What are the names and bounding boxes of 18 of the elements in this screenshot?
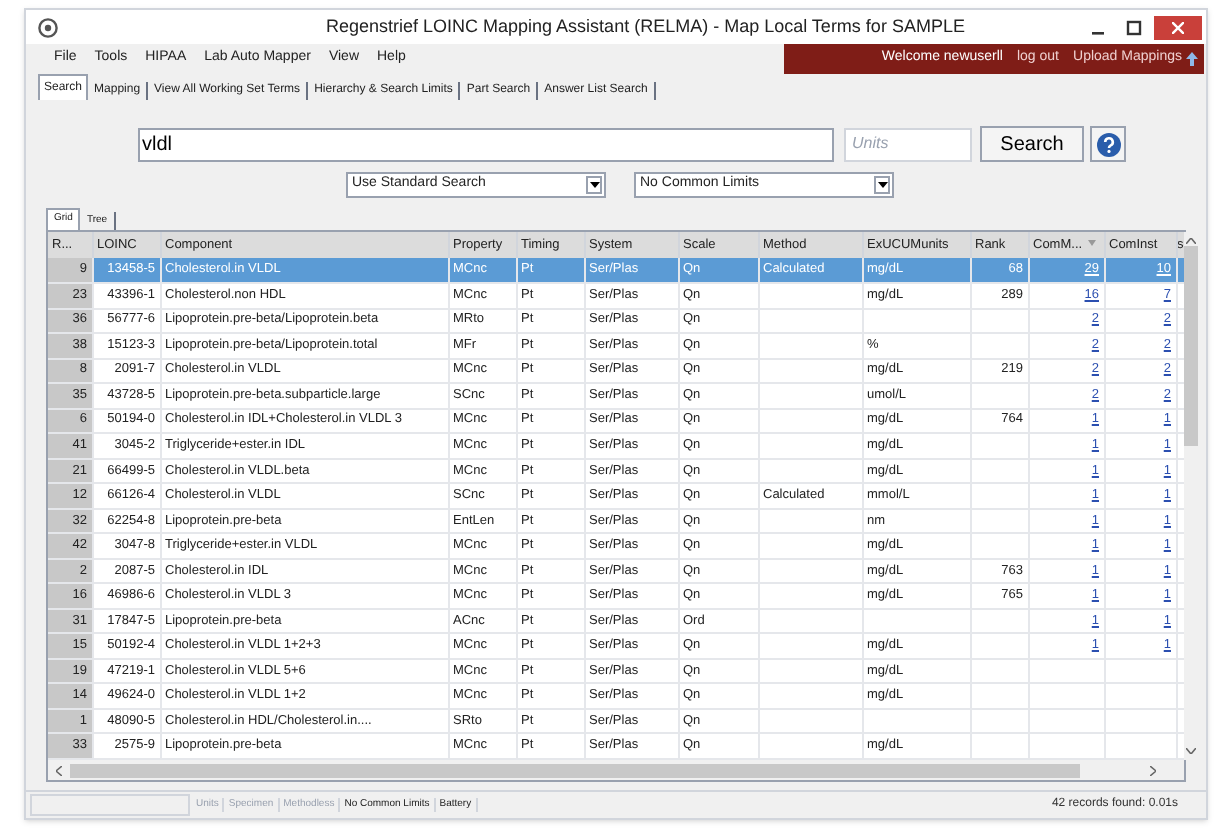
scroll-left-icon[interactable] [56,765,62,776]
horizontal-scrollbar[interactable] [48,760,1184,780]
upload-arrow-icon [1186,52,1198,66]
dropdown-arrow-icon [877,182,887,188]
close-button[interactable] [1154,15,1202,39]
maximize-icon[interactable] [1126,19,1142,35]
scroll-thumb[interactable] [1184,246,1198,446]
scroll-up-icon[interactable] [1186,238,1196,244]
search-field[interactable]: vldl [138,127,834,161]
scroll-thumb[interactable] [70,763,1080,778]
window-title: Regenstrief LOINC Mapping Assistant (RELMA) - Map Local Terms for SAMPLE [326,13,965,40]
app-logo-icon [38,17,58,37]
scroll-down-icon[interactable] [1186,748,1196,755]
help-button[interactable] [1090,126,1126,162]
search-button[interactable]: Search [980,126,1084,162]
scroll-right-icon[interactable] [1150,765,1156,776]
dropdown-arrow-icon [589,182,599,188]
close-icon [1172,21,1184,33]
